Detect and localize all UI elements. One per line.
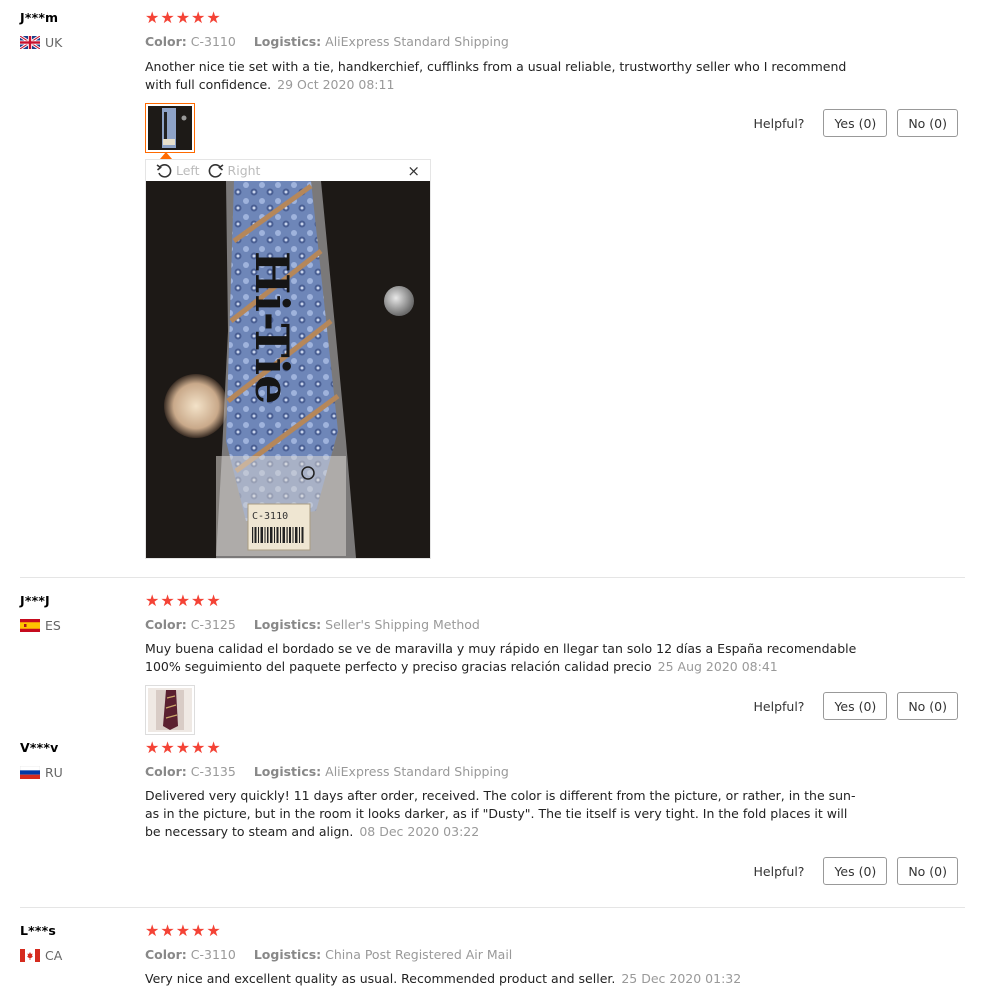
review-date: 25 Dec 2020 01:32 <box>621 971 742 986</box>
review-text-block: Delivered very quickly! 11 days after or… <box>145 787 865 841</box>
color-value: C-3125 <box>190 617 236 632</box>
helpful-yes-button[interactable]: Yes (0) <box>823 109 888 137</box>
country-code: UK <box>45 35 63 50</box>
helpful-no-button[interactable]: No (0) <box>897 109 958 137</box>
review-text-block: Muy buena calidad el bordado se ve de ma… <box>145 640 865 676</box>
star-rating: ★★★★★ <box>145 921 222 940</box>
reviewer-name: J***m <box>20 10 59 25</box>
review-date: 29 Oct 2020 08:11 <box>277 77 395 92</box>
review-meta: Color: C-3135 Logistics: AliExpress Stan… <box>145 764 509 779</box>
color-label: Color: <box>145 617 187 632</box>
reviewer-country: RU <box>20 764 63 780</box>
review-content: ★★★★★ Color: C-3135 Logistics: AliExpres… <box>145 738 865 840</box>
logistics-label: Logistics: <box>253 947 322 962</box>
logistics-label: Logistics: <box>253 617 322 632</box>
review-date: 08 Dec 2020 03:22 <box>359 824 480 839</box>
helpful-no-button[interactable]: No (0) <box>897 857 958 885</box>
logistics-value: AliExpress Standard Shipping <box>325 764 509 779</box>
rotate-right-label: Right <box>227 163 261 178</box>
rotate-right-icon <box>208 163 223 178</box>
reviewer-country: CA <box>20 947 62 963</box>
country-code: RU <box>45 765 63 780</box>
reviewer-name: V***v <box>20 740 59 755</box>
color-value: C-3110 <box>190 34 236 49</box>
star-rating: ★★★★★ <box>145 591 222 610</box>
helpful-label: Helpful? <box>753 115 805 131</box>
review-meta: Color: C-3110 Logistics: AliExpress Stan… <box>145 34 509 49</box>
color-label: Color: <box>145 947 187 962</box>
review-date: 25 Aug 2020 08:41 <box>657 659 778 674</box>
logistics-label: Logistics: <box>253 764 322 779</box>
reviewer-info: V***v RU <box>20 740 63 780</box>
russia-flag-icon <box>20 766 40 779</box>
close-icon[interactable]: × <box>407 162 420 180</box>
review-photo-thumbnail[interactable] <box>145 685 195 735</box>
country-code: CA <box>45 948 63 963</box>
review-text: Another nice tie set with a tie, handker… <box>145 59 847 92</box>
reviewer-country: ES <box>20 617 61 633</box>
helpful-no-button[interactable]: No (0) <box>897 692 958 720</box>
uk-flag-icon <box>20 36 40 49</box>
logistics-value: Seller's Shipping Method <box>325 617 480 632</box>
color-value: C-3135 <box>190 764 236 779</box>
rotate-left-icon <box>156 163 172 178</box>
rotate-left-label: Left <box>176 163 200 178</box>
helpful-label: Helpful? <box>753 863 805 879</box>
photo-viewer: Left Right × Hi-Tie C-3110 <box>145 159 431 559</box>
review-text-block: Very nice and excellent quality as usual… <box>145 970 865 988</box>
tie-tag-code: C-3110 <box>252 511 288 522</box>
logistics-value: China Post Registered Air Mail <box>325 947 513 962</box>
review-text: Delivered very quickly! 11 days after or… <box>145 788 856 839</box>
helpful-yes-button[interactable]: Yes (0) <box>823 692 888 720</box>
star-rating: ★★★★★ <box>145 8 222 27</box>
review-content: ★★★★★ Color: C-3110 Logistics: AliExpres… <box>145 8 865 93</box>
color-label: Color: <box>145 34 187 49</box>
reviewer-country: UK <box>20 34 62 50</box>
reviewer-name: J***J <box>20 593 50 608</box>
color-value: C-3110 <box>190 947 236 962</box>
helpful-section: Helpful? Yes (0) No (0) <box>754 692 958 720</box>
helpful-section: Helpful? Yes (0) No (0) <box>754 857 958 885</box>
viewer-toolbar: Left Right × <box>146 160 430 181</box>
review-text: Very nice and excellent quality as usual… <box>145 971 616 986</box>
review-divider <box>20 577 965 578</box>
reviewer-name: L***s <box>20 923 57 938</box>
logistics-value: AliExpress Standard Shipping <box>325 34 509 49</box>
reviewer-info: L***s CA <box>20 923 62 963</box>
country-code: ES <box>45 618 61 633</box>
review-photo-thumbnail[interactable] <box>145 103 195 153</box>
review-meta: Color: C-3110 Logistics: China Post Regi… <box>145 947 512 962</box>
rotate-left-button[interactable]: Left <box>156 163 200 179</box>
reviewer-info: J***J ES <box>20 593 61 633</box>
helpful-section: Helpful? Yes (0) No (0) <box>754 109 958 137</box>
review-content: ★★★★★ Color: C-3125 Logistics: Seller's … <box>145 591 865 675</box>
tie-photo-thumbnail-image <box>148 688 192 732</box>
viewer-pointer-arrow <box>160 152 172 159</box>
canada-flag-icon <box>20 949 40 962</box>
tie-photo-large: Hi-Tie C-3110 <box>146 181 430 558</box>
rotate-right-button[interactable]: Right <box>208 163 261 179</box>
spain-flag-icon <box>20 619 40 632</box>
logistics-label: Logistics: <box>253 34 322 49</box>
tie-brand-text: Hi-Tie <box>245 251 299 404</box>
tie-photo-thumbnail-image <box>148 106 192 150</box>
star-rating: ★★★★★ <box>145 738 222 757</box>
helpful-label: Helpful? <box>753 698 805 714</box>
review-meta: Color: C-3125 Logistics: Seller's Shippi… <box>145 617 480 632</box>
reviewer-info: J***m UK <box>20 10 62 50</box>
color-label: Color: <box>145 764 187 779</box>
helpful-yes-button[interactable]: Yes (0) <box>823 857 888 885</box>
review-divider <box>20 907 965 908</box>
review-content: ★★★★★ Color: C-3110 Logistics: China Pos… <box>145 921 865 987</box>
review-text-block: Another nice tie set with a tie, handker… <box>145 58 865 94</box>
